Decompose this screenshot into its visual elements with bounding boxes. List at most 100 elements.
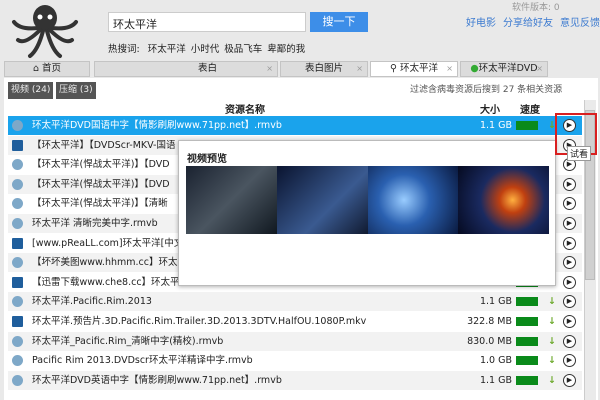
bubble-icon bbox=[12, 257, 23, 269]
tab-pacific-rim-dvd[interactable]: ●环太平洋DVD × bbox=[460, 61, 548, 77]
bubble-icon bbox=[12, 296, 23, 308]
tab-label: 环太平洋DVD bbox=[478, 63, 538, 74]
file-size: 322.8 MB bbox=[467, 316, 512, 327]
file-name: 环太平洋DVD英语中字【情影刷刷www.71pp.net】.rmvb bbox=[32, 374, 282, 386]
bubble-icon bbox=[12, 120, 23, 131]
ship-icon bbox=[12, 237, 23, 249]
tab-biaobai[interactable]: 表白 × bbox=[94, 61, 278, 77]
tab-biaobai-images[interactable]: 表白图片 × bbox=[280, 61, 368, 77]
result-row[interactable]: 环太平洋_Pacific.Rim_清晰中字(精校).rmvb 830.0 MB … bbox=[8, 331, 582, 351]
preview-frames bbox=[186, 166, 549, 234]
file-name: 环太平洋.预告片.3D.Pacific.Rim.Trailer.3D.2013.… bbox=[32, 316, 367, 327]
hot-label: 热搜词: bbox=[108, 44, 140, 55]
column-name: 资源名称 bbox=[225, 105, 265, 116]
bubble-icon bbox=[12, 374, 23, 386]
speed-bar bbox=[516, 375, 538, 385]
play-icon[interactable]: ▶ bbox=[563, 373, 576, 387]
search-icon: ⚲ bbox=[389, 63, 397, 74]
bubble-icon bbox=[12, 335, 23, 347]
search-input[interactable]: 环太平洋 bbox=[108, 12, 306, 32]
search-button[interactable]: 搜一下 bbox=[310, 12, 368, 32]
tab-pacific-rim[interactable]: ⚲ 环太平洋 × bbox=[370, 61, 458, 77]
filter-video[interactable]: 视频 (24) bbox=[8, 82, 54, 99]
tooltip: 试看 bbox=[567, 146, 592, 161]
play-icon[interactable]: ▶ bbox=[563, 334, 576, 348]
video-preview-popup: 视频预览 bbox=[178, 140, 556, 286]
close-icon[interactable]: × bbox=[536, 62, 543, 76]
home-icon: ⌂ bbox=[32, 63, 39, 74]
ship-icon bbox=[12, 139, 23, 151]
speed-bar bbox=[516, 297, 538, 307]
download-icon[interactable]: ↓ bbox=[548, 292, 556, 311]
file-name: [www.pReaLL.com]环太平洋[中文字 bbox=[32, 237, 193, 249]
download-icon[interactable]: ↓ bbox=[548, 351, 556, 370]
hot-searches: 热搜词: 环太平洋 小时代 极品飞车 卑鄙的我 bbox=[108, 41, 310, 55]
ship-icon bbox=[12, 276, 23, 288]
file-size: 1.1 GB bbox=[479, 120, 512, 131]
file-size: 830.0 MB bbox=[467, 335, 512, 347]
file-name: 环太平洋.Pacific.Rim.2013 bbox=[32, 296, 152, 308]
tab-label: 环太平洋 bbox=[399, 63, 438, 74]
bubble-icon bbox=[12, 355, 23, 367]
file-name: 环太平洋 清晰完美中字.rmvb bbox=[32, 218, 158, 229]
bubble-icon bbox=[12, 198, 23, 210]
close-icon[interactable]: × bbox=[356, 62, 363, 76]
play-icon[interactable]: ▶ bbox=[563, 197, 576, 211]
file-size: 1.1 GB bbox=[479, 374, 512, 386]
result-row[interactable]: 环太平洋.预告片.3D.Pacific.Rim.Trailer.3D.2013.… bbox=[8, 312, 582, 331]
download-icon[interactable]: ↓ bbox=[548, 312, 556, 331]
close-icon[interactable]: × bbox=[446, 62, 453, 76]
result-row[interactable]: 环太平洋DVD国语中字【情影刷刷www.71pp.net】.rmvb 1.1 G… bbox=[8, 116, 582, 135]
green-dot-icon: ● bbox=[470, 63, 479, 74]
link-share[interactable]: 分享给好友 bbox=[503, 18, 553, 29]
link-good-movies[interactable]: 好电影 bbox=[466, 18, 496, 29]
bubble-icon bbox=[12, 178, 23, 190]
hot-word[interactable]: 小时代 bbox=[191, 44, 220, 55]
play-icon[interactable]: ▶ bbox=[563, 177, 576, 191]
bubble-icon bbox=[12, 218, 23, 229]
hot-word[interactable]: 环太平洋 bbox=[148, 44, 186, 55]
tab-label: 表白图片 bbox=[304, 63, 343, 74]
result-row[interactable]: 环太平洋DVD英语中字【情影刷刷www.71pp.net】.rmvb 1.1 G… bbox=[8, 370, 582, 390]
play-icon[interactable]: ▶ bbox=[563, 217, 576, 230]
column-speed: 速度 bbox=[520, 105, 540, 116]
file-name: 【环太平洋(悍战太平洋)】【清晰 bbox=[32, 198, 168, 210]
close-icon[interactable]: × bbox=[266, 62, 273, 76]
play-icon[interactable]: ▶ bbox=[563, 354, 576, 368]
file-size: 1.1 GB bbox=[479, 296, 512, 308]
result-row[interactable]: Pacific Rim 2013.DVDscr环太平洋精译中字.rmvb 1.0… bbox=[8, 351, 582, 371]
link-feedback[interactable]: 意见反馈 bbox=[560, 18, 600, 29]
play-icon[interactable]: ▶ bbox=[563, 256, 576, 270]
tab-label: 首页 bbox=[42, 63, 62, 74]
hot-word[interactable]: 卑鄙的我 bbox=[267, 44, 305, 55]
bubble-icon bbox=[12, 159, 23, 171]
header-links: 好电影 分享给好友 意见反馈 bbox=[466, 14, 600, 29]
speed-bar bbox=[516, 317, 538, 326]
file-name: 环太平洋_Pacific.Rim_清晰中字(精校).rmvb bbox=[32, 335, 224, 347]
column-size: 大小 bbox=[480, 105, 500, 116]
file-name: 【环太平洋(悍战太平洋)】【DVD bbox=[32, 159, 170, 171]
download-icon[interactable]: ↓ bbox=[548, 332, 556, 351]
tab-home[interactable]: ⌂ 首页 bbox=[4, 61, 90, 77]
result-row[interactable]: 环太平洋.Pacific.Rim.2013 1.1 GB ↓ ▶ bbox=[8, 292, 582, 312]
speed-bar bbox=[516, 121, 538, 130]
play-icon[interactable]: ▶ bbox=[563, 236, 576, 250]
filter-archive[interactable]: 压缩 (3) bbox=[56, 82, 96, 99]
file-name: 【环太平洋】【DVDScr-MKV-国语 bbox=[32, 139, 176, 151]
file-name: 【坏坏美图www.hhmm.cc】环太平 bbox=[32, 257, 187, 269]
file-name: Pacific Rim 2013.DVDscr环太平洋精译中字.rmvb bbox=[32, 355, 253, 367]
octopus-logo bbox=[12, 5, 78, 58]
play-icon[interactable]: ▶ bbox=[563, 275, 576, 289]
speed-bar bbox=[516, 356, 538, 366]
download-icon[interactable]: ↓ bbox=[548, 371, 556, 390]
file-name: 【环太平洋(悍战太平洋)】【DVD bbox=[32, 178, 170, 190]
speed-bar bbox=[516, 336, 538, 346]
version-label: 软件版本: 0 bbox=[512, 3, 560, 13]
tab-label: 表白 bbox=[197, 63, 217, 74]
ship-icon bbox=[12, 316, 23, 327]
hot-word[interactable]: 极品飞车 bbox=[224, 44, 262, 55]
file-name: 环太平洋DVD国语中字【情影刷刷www.71pp.net】.rmvb bbox=[32, 120, 282, 131]
popup-title: 视频预览 bbox=[187, 154, 227, 165]
play-icon[interactable]: ▶ bbox=[563, 315, 576, 328]
play-icon[interactable]: ▶ bbox=[563, 295, 576, 309]
